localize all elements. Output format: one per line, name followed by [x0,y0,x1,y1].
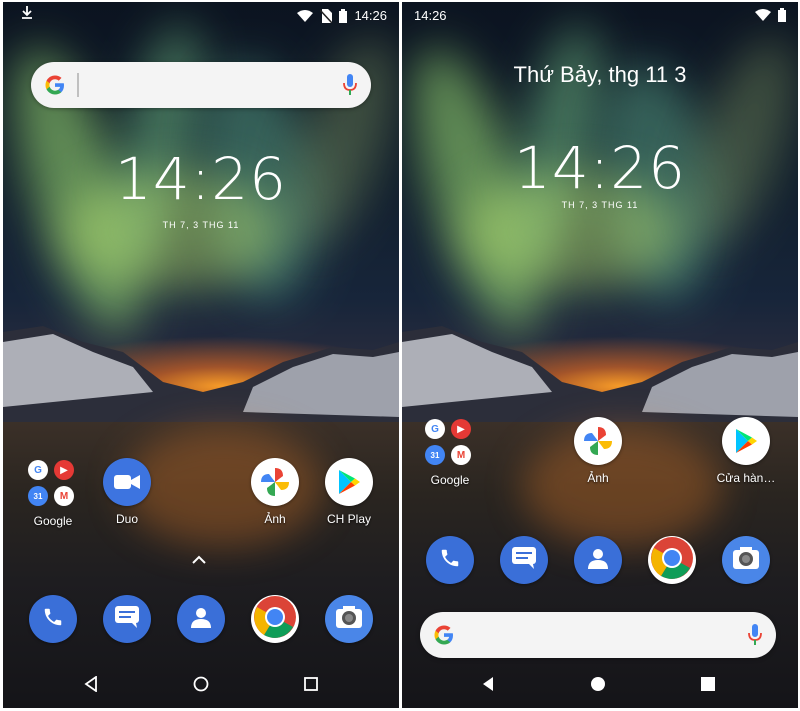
mic-icon[interactable] [343,74,357,101]
photos-icon [574,417,622,465]
recents-icon [701,676,715,696]
google-folder[interactable]: G ▶ 31 M Google [17,458,89,528]
contacts-app[interactable] [574,536,622,584]
recents-button[interactable] [698,676,718,696]
messages-app[interactable] [103,595,151,643]
clock-date: TH 7, 3 THG 11 [162,220,240,230]
camera-app[interactable] [722,536,770,584]
google-g-icon [43,73,67,102]
duo-icon [103,458,151,506]
chrome-icon [650,536,694,585]
play-store-app[interactable]: Cửa hàn… [710,417,782,485]
photos-app[interactable]: Ảnh [562,417,634,485]
clock-widget[interactable]: 14:26 [113,145,289,213]
search-cursor [77,73,79,97]
phone-icon [42,606,64,633]
camera-icon [732,546,760,575]
status-bar: 14:26 [3,2,399,28]
home-button[interactable] [588,676,608,696]
back-icon [84,674,98,697]
navigation-bar [3,662,399,708]
photos-app[interactable]: Ảnh [239,458,311,526]
phone-app[interactable] [29,595,77,643]
mic-icon[interactable] [748,624,762,651]
google-search-bar[interactable] [420,612,776,658]
messages-app[interactable] [500,536,548,584]
battery-icon [778,8,786,22]
chrome-app[interactable] [648,536,696,584]
home-icon [193,676,209,697]
camera-icon [335,605,363,634]
chrome-app[interactable] [251,595,299,643]
contacts-icon [586,546,610,575]
back-button[interactable] [81,674,101,697]
app-label: Google [430,473,470,487]
app-label: Cửa hàn… [716,471,776,485]
battery-icon [339,8,348,23]
google-search-bar[interactable] [31,62,371,108]
no-sim-icon [320,8,333,23]
app-label: CH Play [326,512,371,526]
navigation-bar [402,662,798,708]
phone-screen-left: 14:26 14:26 TH 7, 3 THG 11 G ▶ 31 M Goog… [3,2,399,708]
camera-app[interactable] [325,595,373,643]
google-folder[interactable]: G ▶ 31 M Google [414,417,486,487]
recents-button[interactable] [301,676,321,696]
app-label: Ảnh [587,471,609,485]
messages-icon [511,546,537,575]
status-bar: 14:26 [402,2,798,28]
folder-icon: G ▶ 31 M [28,458,78,508]
download-icon [21,6,33,23]
chrome-icon [253,595,297,644]
app-label: Duo [115,512,138,526]
clock-widget[interactable]: 14:26 [512,134,688,202]
app-drawer-chevron-icon[interactable] [192,552,206,570]
phone-icon [439,547,461,574]
contacts-app[interactable] [177,595,225,643]
back-button[interactable] [478,676,498,696]
status-time: 14:26 [354,8,387,23]
back-icon [481,676,495,697]
phone-screen-right: 14:26 Thứ Bảy, thg 11 3 14:26 TH 7, 3 TH… [402,2,798,708]
photos-icon [251,458,299,506]
phone-app[interactable] [426,536,474,584]
recents-icon [304,676,318,696]
play-store-app[interactable]: CH Play [313,458,385,526]
clock-date: TH 7, 3 THG 11 [561,200,639,210]
play-store-icon [722,417,770,465]
messages-icon [114,605,140,634]
wifi-icon [755,9,771,21]
date-widget[interactable]: Thứ Bảy, thg 11 3 [402,62,798,88]
duo-app[interactable]: Duo [91,458,163,526]
app-label: Google [33,514,73,528]
home-button[interactable] [191,676,211,696]
status-time: 14:26 [414,8,447,23]
google-g-icon [432,623,456,652]
play-store-icon [325,458,373,506]
folder-icon: G ▶ 31 M [425,417,475,467]
contacts-icon [189,605,213,634]
home-icon [590,676,606,697]
app-label: Ảnh [264,512,286,526]
wifi-icon [297,9,314,22]
wallpaper [402,2,798,708]
